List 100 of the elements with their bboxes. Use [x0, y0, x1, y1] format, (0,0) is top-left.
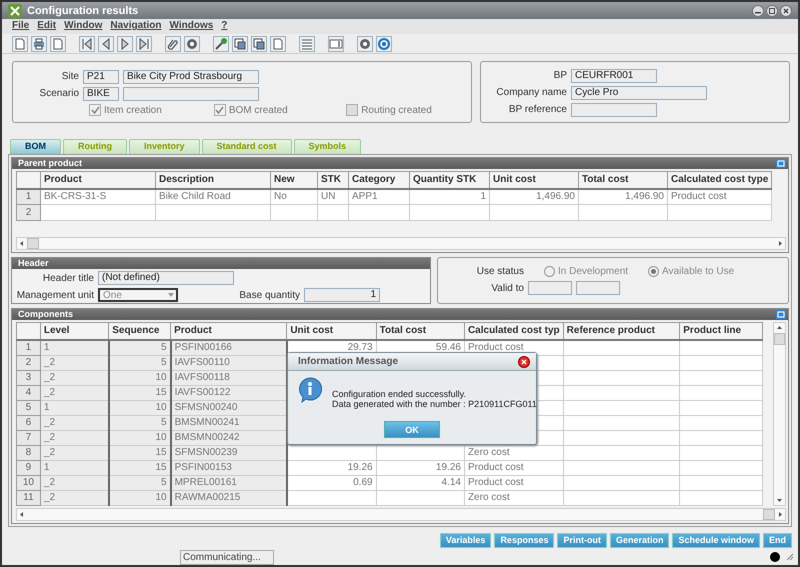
site-code-field[interactable]: P21	[83, 70, 119, 84]
table-cell: Product cost	[464, 460, 564, 476]
print-icon[interactable]	[31, 36, 47, 52]
paperclip-icon[interactable]	[165, 36, 181, 52]
table-cell: _2	[40, 355, 109, 370]
last-record-icon[interactable]	[136, 36, 152, 52]
text-field[interactable]: 1	[304, 288, 380, 302]
radio-button[interactable]	[544, 266, 555, 277]
new-document-icon[interactable]	[12, 36, 28, 52]
row-number: 9	[16, 460, 40, 476]
row-number: 2	[16, 355, 40, 370]
column-header[interactable]: Description	[156, 171, 270, 189]
column-header[interactable]: Total cost	[376, 322, 464, 340]
scroll-thumb[interactable]	[27, 238, 39, 249]
field-label: Scenario	[38, 88, 79, 100]
column-header[interactable]: Calculated cost type	[668, 171, 772, 189]
table-cell: 10	[108, 490, 171, 506]
table-cell: 19.26	[376, 460, 464, 476]
info-icon	[298, 377, 322, 403]
date-field[interactable]	[576, 281, 620, 296]
column-header[interactable]: Unit cost	[286, 322, 376, 340]
expand-icon[interactable]	[776, 310, 786, 319]
menu-item[interactable]: ?	[221, 20, 228, 34]
table-cell: 1,496.90	[490, 188, 578, 204]
window-icon[interactable]	[232, 36, 248, 52]
text-field[interactable]: (Not defined)	[98, 271, 234, 286]
table-cell: 1	[40, 400, 109, 416]
expand-icon[interactable]	[776, 158, 786, 168]
maximize-icon[interactable]	[766, 4, 778, 17]
scenario-field[interactable]: BIKE	[83, 86, 119, 101]
section-title: Header	[18, 258, 49, 268]
column-header[interactable]: Product line	[680, 322, 762, 340]
scrollbar[interactable]	[16, 236, 786, 250]
field-label: BP	[552, 70, 567, 82]
column-header[interactable]: Quantity STK	[410, 171, 490, 189]
close-icon[interactable]	[780, 4, 792, 17]
table-cell: 10	[108, 430, 171, 446]
table-cell: 15	[108, 385, 171, 400]
minimize-icon[interactable]	[752, 4, 764, 17]
table-cell: SFMSN00240	[170, 400, 287, 416]
field-label: Use status	[476, 266, 524, 277]
column-header[interactable]: Product	[40, 171, 156, 189]
checkbox-label: Item creation	[104, 104, 162, 116]
table-cell: 1	[410, 188, 490, 204]
table-cell: IAVFS00110	[170, 355, 287, 370]
column-header[interactable]: Reference product	[563, 322, 680, 340]
column-header[interactable]: Level	[40, 322, 109, 340]
radio-button[interactable]	[648, 266, 660, 277]
row-number: 5	[16, 400, 40, 416]
column-header[interactable]: New	[270, 171, 318, 189]
next-icon[interactable]	[117, 36, 133, 52]
tab[interactable]: BOM	[10, 139, 61, 154]
checkbox[interactable]	[89, 104, 101, 116]
checkbox[interactable]	[346, 104, 358, 116]
close-icon[interactable]	[518, 356, 530, 368]
status-indicator-icon	[770, 552, 780, 562]
scenario-description-field[interactable]	[123, 86, 259, 101]
scroll-thumb[interactable]	[774, 332, 785, 345]
column-header[interactable]: Total cost	[578, 171, 668, 189]
scrollbar[interactable]	[773, 322, 786, 506]
column-header[interactable]: Unit cost	[490, 171, 578, 189]
text-field-icon[interactable]	[328, 36, 344, 52]
column-header[interactable]: Category	[348, 171, 410, 189]
previous-icon[interactable]	[98, 36, 114, 52]
list-icon[interactable]	[299, 36, 315, 52]
date-field[interactable]	[528, 281, 572, 296]
table-cell: _2	[40, 430, 109, 446]
row-number: 4	[16, 385, 40, 400]
table-cell: MPREL00161	[170, 475, 287, 490]
text-field[interactable]	[571, 102, 657, 117]
menu-item[interactable]: Window	[64, 20, 102, 34]
text-field[interactable]: CEURFR001	[571, 68, 657, 83]
column-header[interactable]: Product	[170, 322, 287, 340]
column-header[interactable]: Calculated cost typ	[464, 322, 564, 340]
copy-icon[interactable]	[251, 36, 267, 52]
column-header[interactable]: Sequence	[108, 322, 171, 340]
table-cell: 10	[108, 400, 171, 416]
table-cell: 5	[108, 415, 171, 430]
menu-item[interactable]: Edit	[37, 20, 56, 34]
resize-grip-icon[interactable]	[786, 553, 794, 562]
table-cell: Product cost	[464, 475, 564, 490]
table-cell: _2	[40, 445, 109, 460]
scrollbar[interactable]	[16, 508, 786, 521]
menu-item[interactable]: Navigation	[110, 20, 162, 34]
column-header[interactable]: STK	[318, 171, 348, 189]
text-field[interactable]: Cycle Pro	[571, 86, 707, 100]
table-cell: IAVFS00118	[170, 370, 287, 386]
checkbox[interactable]	[214, 104, 226, 116]
scroll-thumb[interactable]	[763, 508, 775, 520]
field-label: Base quantity	[238, 290, 300, 301]
site-name-field[interactable]: Bike City Prod Strasbourg	[123, 70, 259, 84]
tool-icon[interactable]	[213, 36, 229, 52]
table-cell: 15	[108, 460, 171, 476]
menu-item[interactable]: File	[12, 20, 30, 34]
refresh-icon[interactable]	[376, 36, 392, 52]
app-icon	[8, 4, 22, 18]
first-record-icon[interactable]	[79, 36, 95, 52]
radio-label: In Development	[558, 266, 628, 277]
menu-item[interactable]: Windows	[169, 20, 214, 34]
document-icon[interactable]	[50, 36, 66, 52]
